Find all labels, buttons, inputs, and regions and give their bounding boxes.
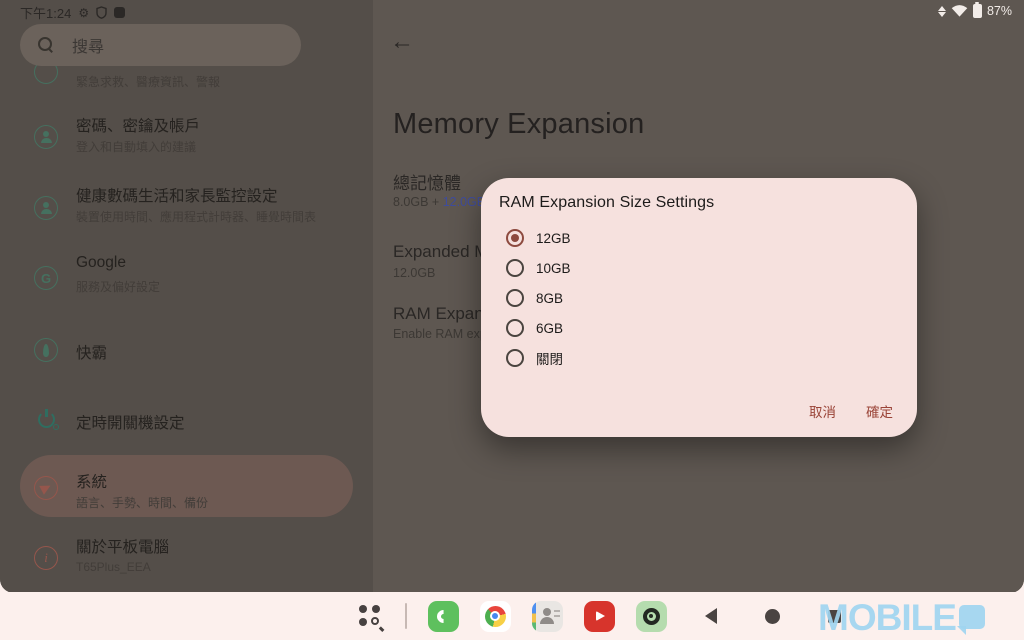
phone-glyph — [434, 607, 452, 625]
radio-option-8gb[interactable]: 8GB — [499, 283, 899, 313]
passwords-accounts-icon — [34, 125, 58, 149]
sidebar-item-subtitle: 登入和自動填入的建議 — [76, 138, 196, 155]
search-icon — [38, 37, 54, 53]
watermark-text: MOBILE — [818, 597, 956, 639]
page-title: Memory Expansion — [393, 108, 644, 141]
play-glyph — [596, 611, 605, 621]
radio-icon[interactable] — [506, 319, 524, 337]
data-updown-icon — [938, 6, 946, 17]
google-icon: G — [34, 266, 58, 290]
radio-icon[interactable] — [506, 259, 524, 277]
sidebar-item-subtitle: 緊急求救、醫療資訊、警報 — [76, 73, 220, 90]
person-glyph — [41, 131, 52, 143]
ok-button[interactable]: 確定 — [866, 401, 893, 421]
nav-back-button[interactable] — [705, 608, 717, 624]
info-glyph: i — [44, 550, 48, 566]
sidebar-item-subtitle: 裝置使用時間、應用程式計時器、睡覺時間表 — [76, 208, 316, 225]
status-time: 下午1:24 — [20, 3, 71, 22]
radio-icon[interactable] — [506, 289, 524, 307]
rocket-icon — [34, 338, 58, 362]
radio-selected-icon[interactable] — [506, 229, 524, 247]
status-bar-right: 87% — [938, 4, 1012, 18]
sidebar-item-title: 快霸 — [76, 341, 107, 363]
dialog-options: 12GB 10GB 8GB 6GB 關閉 — [499, 223, 899, 373]
radio-option-off[interactable]: 關閉 — [499, 343, 899, 373]
app-drawer-search-icon[interactable] — [358, 603, 384, 629]
sidebar-item-title: 健康數碼生活和家長監控設定 — [76, 184, 278, 206]
sidebar-item-subtitle: 服務及偏好設定 — [76, 278, 160, 295]
sidebar-item-subtitle: 語言、手勢、時間、備份 — [76, 494, 208, 511]
ram-expanded-value: 12.0GB — [443, 195, 485, 209]
ram-base-value: 8.0GB + — [393, 195, 443, 209]
google-g-glyph: G — [41, 271, 51, 286]
sidebar-item-title: 定時開關機設定 — [76, 411, 185, 433]
battery-icon — [973, 4, 982, 18]
nav-home-button[interactable] — [765, 609, 780, 624]
paper-plane-glyph — [39, 481, 53, 495]
contacts-app-icon[interactable] — [532, 601, 563, 632]
sidebar-item-title: 密碼、密鑰及帳戶 — [76, 114, 200, 136]
watermark: MOBILE — [818, 597, 985, 639]
back-button[interactable]: ← — [390, 30, 414, 54]
total-memory-value: 8.0GB + 12.0GB — [393, 195, 485, 209]
contacts-stripe — [532, 601, 536, 632]
settings-app-icon[interactable] — [636, 601, 667, 632]
battery-percent: 87% — [987, 4, 1012, 18]
expanded-memory-value: 12.0GB — [393, 266, 435, 280]
gear-glyph — [643, 608, 660, 625]
radio-option-10gb[interactable]: 10GB — [499, 253, 899, 283]
dialog-title: RAM Expansion Size Settings — [499, 194, 899, 212]
chrome-glyph — [485, 606, 506, 627]
system-icon — [34, 476, 58, 500]
radio-icon[interactable] — [506, 349, 524, 367]
sidebar-item-title: 系統 — [76, 470, 107, 492]
contacts-person-glyph — [540, 608, 554, 624]
watermark-bubble-icon — [959, 605, 985, 629]
sidebar-item-title: 關於平板電腦 — [76, 535, 169, 557]
chrome-app-icon[interactable] — [480, 601, 511, 632]
status-bar-left: 下午1:24 ⚙ — [20, 3, 125, 22]
gear-icon: ⚙ — [78, 7, 89, 19]
dialog-buttons: 取消 確定 — [809, 401, 893, 421]
radio-option-6gb[interactable]: 6GB — [499, 313, 899, 343]
ram-expansion-dialog: RAM Expansion Size Settings 12GB 10GB 8G… — [481, 178, 917, 437]
radio-label: 8GB — [536, 291, 563, 306]
total-memory-title: 總記憶體 — [393, 169, 461, 194]
sidebar-item-title: Google — [76, 254, 126, 272]
screen: 下午1:24 ⚙ 搜尋 緊急求救、醫療資訊、警報 密碼、密鑰及帳戶 登入和自動填… — [0, 0, 1024, 640]
settings-sidebar: 下午1:24 ⚙ 搜尋 緊急求救、醫療資訊、警報 密碼、密鑰及帳戶 登入和自動填… — [0, 0, 373, 593]
search-bar[interactable]: 搜尋 — [20, 24, 301, 66]
info-icon: i — [34, 546, 58, 570]
person-glyph — [41, 202, 52, 214]
radio-option-12gb[interactable]: 12GB — [499, 223, 899, 253]
shield-icon — [96, 6, 107, 19]
radio-label: 12GB — [536, 231, 571, 246]
app-square-icon — [114, 7, 125, 18]
digital-wellbeing-icon — [34, 196, 58, 220]
cancel-button[interactable]: 取消 — [809, 401, 836, 421]
youtube-app-icon[interactable] — [584, 601, 615, 632]
sidebar-item-subtitle: T65Plus_EEA — [76, 560, 151, 574]
phone-app-icon[interactable] — [428, 601, 459, 632]
radio-label: 10GB — [536, 261, 571, 276]
wifi-icon — [951, 4, 968, 18]
radio-label: 關閉 — [536, 348, 563, 368]
dock-divider — [405, 603, 407, 629]
search-placeholder: 搜尋 — [72, 33, 104, 57]
radio-label: 6GB — [536, 321, 563, 336]
contacts-lines — [554, 610, 560, 617]
power-schedule-icon — [38, 411, 55, 428]
